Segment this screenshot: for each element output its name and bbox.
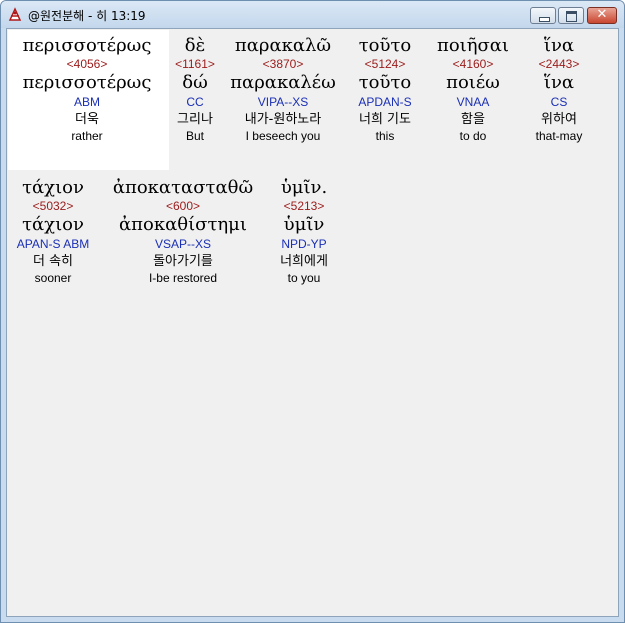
word-block[interactable]: ποιῆσαι <4160> ποιέω VNAA 함을 to do xyxy=(427,35,519,144)
strong-number: <5213> xyxy=(283,199,325,213)
korean-gloss: 그리나 xyxy=(177,112,213,127)
korean-gloss: 위하여 xyxy=(541,112,577,127)
korean-gloss: 너희 기도 xyxy=(359,112,411,127)
window-title: @원전분해 - 히 13:19 xyxy=(28,9,146,23)
strong-number: <4160> xyxy=(452,57,494,71)
strong-number: <5124> xyxy=(364,57,406,71)
interlinear-panel: περισσοτέρως <4056> περισσοτέρως ABM 더욱 … xyxy=(6,28,619,617)
english-gloss: But xyxy=(185,129,204,143)
word-block[interactable]: ἵνα <2443> ἵνα CS 위하여 that-may xyxy=(520,35,598,144)
morph-code: ABM xyxy=(73,95,100,109)
greek-word: ἵνα xyxy=(543,35,575,56)
lemma-word: ποιέω xyxy=(446,72,500,93)
strong-number: <3870> xyxy=(262,57,304,71)
lemma-word: τάχιον xyxy=(22,214,84,235)
english-gloss: sooner xyxy=(34,271,72,285)
korean-gloss: 내가-원하노라 xyxy=(244,112,322,127)
word-block[interactable]: τοῦτο <5124> τοῦτο APDAN-S 너희 기도 this xyxy=(345,35,425,144)
minimize-button[interactable] xyxy=(530,7,556,24)
korean-gloss: 더 속히 xyxy=(32,254,73,269)
strong-number: <2443> xyxy=(538,57,580,71)
morph-code: APAN-S ABM xyxy=(16,237,90,251)
lemma-word: τοῦτο xyxy=(358,72,412,93)
lemma-word: παρακαλέω xyxy=(230,72,336,93)
lemma-word: ὑμῖν xyxy=(283,214,325,235)
english-gloss: that-may xyxy=(535,129,583,143)
word-block[interactable]: παρακαλῶ <3870> παρακαλέω VIPA--XS 내가-원하… xyxy=(227,35,339,144)
lemma-word: ἵνα xyxy=(543,72,575,93)
strong-number: <4056> xyxy=(66,57,108,71)
app-window: @원전분해 - 히 13:19 ✕ περισσοτέρως <4056> πε… xyxy=(0,0,625,623)
word-block[interactable]: ὑμῖν. <5213> ὑμῖν NPD-YP 너희에게 to you xyxy=(269,177,339,286)
morph-code: CC xyxy=(186,95,204,109)
korean-gloss: 더욱 xyxy=(75,112,99,127)
greek-word: ὑμῖν. xyxy=(280,177,328,198)
morph-code: VNAA xyxy=(456,95,490,109)
word-block[interactable]: ἀποκατασταθῶ <600> ἀποκαθίστημι VSAP--XS… xyxy=(103,177,263,286)
strong-number: <1161> xyxy=(175,57,215,71)
lemma-word: δώ xyxy=(182,72,208,93)
morph-code: VSAP--XS xyxy=(154,237,211,251)
word-block[interactable]: τάχιον <5032> τάχιον APAN-S ABM 더 속히 soo… xyxy=(9,177,97,286)
strong-number: <5032> xyxy=(32,199,74,213)
english-gloss: I-be restored xyxy=(148,271,218,285)
word-block[interactable]: δὲ <1161> δώ CC 그리나 But xyxy=(170,35,220,144)
close-icon: ✕ xyxy=(596,7,608,22)
title-bar[interactable]: @원전분해 - 히 13:19 ✕ xyxy=(1,1,624,28)
korean-gloss: 함을 xyxy=(461,112,485,127)
morph-code: VIPA--XS xyxy=(257,95,309,109)
english-gloss: rather xyxy=(71,129,103,143)
english-gloss: to you xyxy=(287,271,321,285)
word-block[interactable]: περισσοτέρως <4056> περισσοτέρως ABM 더욱 … xyxy=(9,35,165,144)
english-gloss: I beseech you xyxy=(245,129,321,143)
close-button[interactable]: ✕ xyxy=(587,7,617,24)
korean-gloss: 너희에게 xyxy=(280,254,328,269)
english-gloss: to do xyxy=(459,129,487,143)
app-icon xyxy=(7,7,23,23)
greek-word: τοῦτο xyxy=(358,35,412,56)
greek-word: δὲ xyxy=(184,35,206,56)
morph-code: NPD-YP xyxy=(281,237,327,251)
greek-word: παρακαλῶ xyxy=(234,35,332,56)
greek-word: ἀποκατασταθῶ xyxy=(112,177,254,198)
korean-gloss: 돌아가기를 xyxy=(153,254,213,269)
maximize-button[interactable] xyxy=(558,7,584,24)
greek-word: τάχιον xyxy=(22,177,84,198)
lemma-word: ἀποκαθίστημι xyxy=(119,214,247,235)
greek-word: ποιῆσαι xyxy=(436,35,509,56)
strong-number: <600> xyxy=(165,199,201,213)
morph-code: APDAN-S xyxy=(358,95,412,109)
english-gloss: this xyxy=(375,129,395,143)
lemma-word: περισσοτέρως xyxy=(22,72,152,93)
morph-code: CS xyxy=(550,95,568,109)
greek-word: περισσοτέρως xyxy=(22,35,152,56)
